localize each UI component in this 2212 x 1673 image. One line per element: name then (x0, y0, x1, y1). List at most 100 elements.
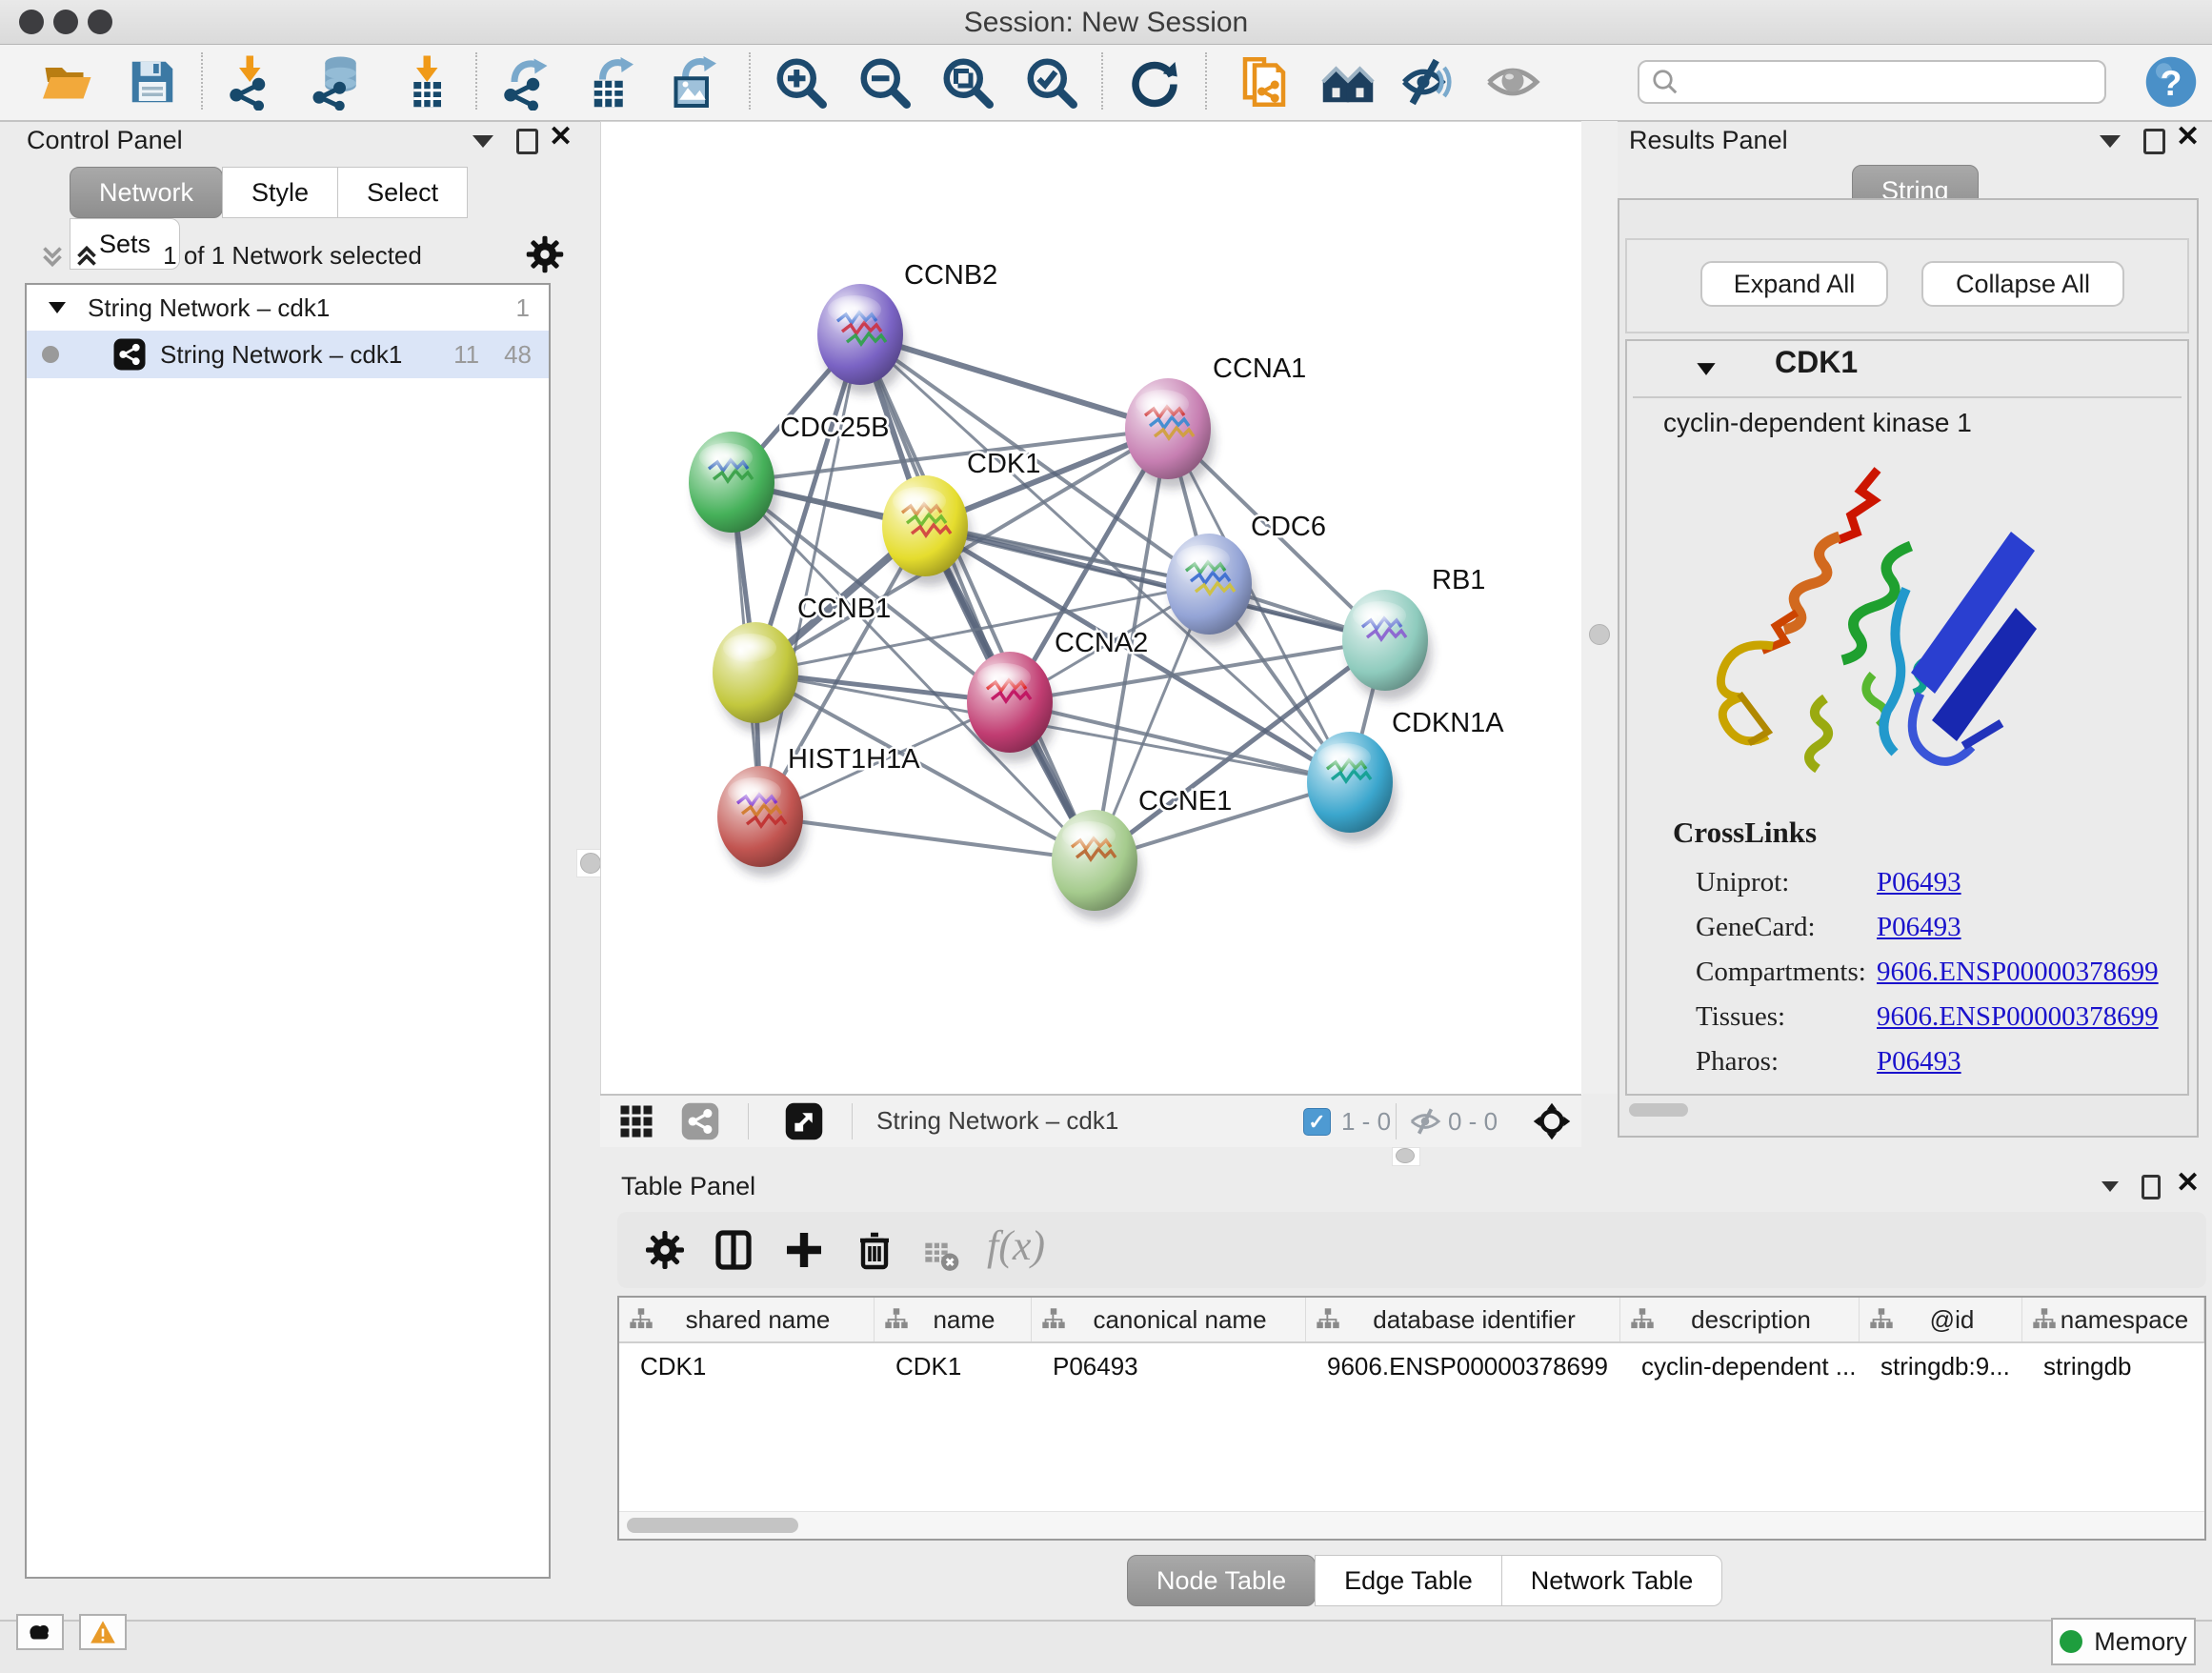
selected-checkbox-icon[interactable]: ✓ (1303, 1108, 1331, 1136)
panel-menu-icon[interactable] (473, 135, 493, 148)
expand-all-icon[interactable] (70, 237, 103, 275)
panel-close-icon[interactable]: ✕ (549, 127, 573, 148)
edge-CCNB2-CCNE1[interactable] (860, 334, 1095, 860)
table-hscrollbar-thumb[interactable] (627, 1518, 798, 1533)
panel-float-icon[interactable] (516, 129, 538, 154)
select-columns-icon[interactable] (711, 1227, 756, 1273)
node-CCNB2[interactable] (817, 284, 907, 394)
import-network-database-button[interactable] (308, 51, 369, 112)
tree-expand-icon[interactable] (48, 301, 67, 314)
column-header-database-identifier[interactable]: database identifier (1306, 1298, 1620, 1341)
table-hscrollbar-track[interactable] (619, 1511, 2204, 1539)
node-RB1[interactable] (1342, 590, 1432, 700)
node-CCNE1[interactable] (1052, 810, 1141, 920)
column-header-shared-name[interactable]: shared name (619, 1298, 875, 1341)
zoom-in-button[interactable] (770, 51, 831, 112)
crosslink-label: Tissues: (1696, 1001, 1877, 1033)
birdseye-grid-button[interactable] (619, 1104, 654, 1139)
column-header-name[interactable]: name (875, 1298, 1032, 1341)
splitter-handle[interactable] (1392, 1147, 1420, 1166)
fit-selected-button[interactable] (1532, 1101, 1572, 1141)
export-table-button[interactable] (579, 51, 640, 112)
tab-select[interactable]: Select (337, 167, 468, 218)
search-input[interactable] (1689, 67, 2093, 98)
crosslink-link[interactable]: 9606.ENSP00000378699 (1877, 1001, 2159, 1033)
refresh-view-button[interactable] (1124, 51, 1185, 112)
expand-all-button[interactable]: Expand All (1700, 261, 1888, 307)
crosslink-link[interactable]: 9606.ENSP00000378699 (1877, 957, 2159, 988)
collapse-all-button[interactable]: Collapse All (1921, 261, 2124, 307)
panel-float-icon[interactable] (2142, 1175, 2161, 1199)
export-image-button[interactable] (662, 51, 723, 112)
home-network-button[interactable] (1317, 51, 1378, 112)
column-header-namespace[interactable]: namespace (2022, 1298, 2204, 1341)
tab-network[interactable]: Network (70, 167, 223, 218)
crosslink-label: GeneCard: (1696, 912, 1877, 943)
export-network-button[interactable] (493, 51, 554, 112)
delete-column-icon[interactable] (852, 1227, 897, 1273)
toolbar-search[interactable] (1638, 60, 2106, 104)
hide-panel-button[interactable] (1398, 51, 1458, 112)
open-session-button[interactable] (36, 51, 97, 112)
cloud-button[interactable] (16, 1614, 64, 1650)
network-list-row[interactable]: String Network – cdk1 11 48 (27, 331, 549, 378)
node-label-CCNE1: CCNE1 (1138, 786, 1232, 816)
node-label-RB1: RB1 (1432, 565, 1485, 595)
panel-float-icon[interactable] (2143, 129, 2165, 154)
network-collection-label: String Network – cdk1 (88, 293, 330, 323)
results-hscrollbar[interactable] (1629, 1103, 1688, 1117)
node-CCNA2[interactable] (967, 652, 1056, 762)
show-panel-button[interactable] (1482, 51, 1543, 112)
panel-menu-icon[interactable] (2100, 135, 2121, 148)
node-CDK1[interactable] (882, 475, 972, 586)
tab-style[interactable]: Style (222, 167, 338, 218)
search-icon (1651, 68, 1679, 96)
panel-close-icon[interactable]: ✕ (2176, 127, 2200, 148)
edge-HIST1H1A-CCNE1[interactable] (760, 816, 1095, 860)
network-share-button[interactable] (680, 1101, 720, 1141)
node-label-CDC6: CDC6 (1251, 512, 1326, 542)
network-options-gear-icon[interactable] (524, 233, 566, 275)
edge-CCNA2-CDKN1A[interactable] (1010, 702, 1350, 782)
collapse-all-icon[interactable] (36, 237, 69, 275)
crosslink-link[interactable]: P06493 (1877, 1046, 1961, 1078)
zoom-selected-button[interactable] (1020, 51, 1081, 112)
save-session-button[interactable] (122, 51, 183, 112)
memory-button[interactable]: Memory (2051, 1618, 2196, 1665)
add-column-icon[interactable] (781, 1227, 827, 1273)
zoom-fit-button[interactable] (936, 51, 997, 112)
node-CDC25B[interactable] (689, 432, 778, 542)
share-document-button[interactable] (1234, 51, 1295, 112)
network-collection-row[interactable]: String Network – cdk1 1 (27, 285, 549, 331)
splitter-handle[interactable] (1589, 624, 1610, 645)
crosslink-link[interactable]: P06493 (1877, 912, 1961, 943)
edge-CDK1-RB1[interactable] (925, 526, 1385, 640)
node-CCNB1[interactable] (713, 622, 802, 733)
tab-edge-table[interactable]: Edge Table (1315, 1555, 1502, 1606)
tab-network-table[interactable]: Network Table (1501, 1555, 1723, 1606)
node-CCNA1[interactable] (1125, 378, 1215, 489)
table-gear-icon[interactable] (642, 1227, 688, 1273)
import-network-file-button[interactable] (219, 51, 280, 112)
zoom-out-button[interactable] (854, 51, 915, 112)
column-header-description[interactable]: description (1620, 1298, 1860, 1341)
open-in-window-button[interactable] (784, 1101, 824, 1141)
tab-node-table[interactable]: Node Table (1127, 1555, 1316, 1606)
panel-close-icon[interactable]: ✕ (2176, 1173, 2200, 1194)
crosslink-link[interactable]: P06493 (1877, 867, 1961, 898)
node-CDKN1A[interactable] (1307, 732, 1397, 842)
node-label-CCNA1: CCNA1 (1213, 353, 1306, 384)
warnings-button[interactable] (79, 1614, 127, 1650)
import-table-button[interactable] (396, 51, 457, 112)
node-HIST1H1A[interactable] (717, 766, 807, 877)
panel-menu-icon[interactable] (2101, 1181, 2119, 1192)
column-header-canonical-name[interactable]: canonical name (1032, 1298, 1306, 1341)
splitter-strip[interactable] (1581, 121, 1618, 1094)
network-canvas[interactable]: CCNB2CCNA1CDC25BCDK1CDC6RB1CCNB1CCNA2CDK… (600, 121, 1582, 1095)
help-button[interactable]: ? (2141, 51, 2202, 112)
section-collapse-icon[interactable] (1696, 362, 1717, 376)
table-row[interactable]: CDK1CDK1P064939606.ENSP00000378699cyclin… (619, 1343, 2204, 1389)
column-header-@id[interactable]: @id (1860, 1298, 2022, 1341)
current-network-dot-icon (42, 346, 59, 363)
network-node-count: 11 (453, 340, 479, 370)
